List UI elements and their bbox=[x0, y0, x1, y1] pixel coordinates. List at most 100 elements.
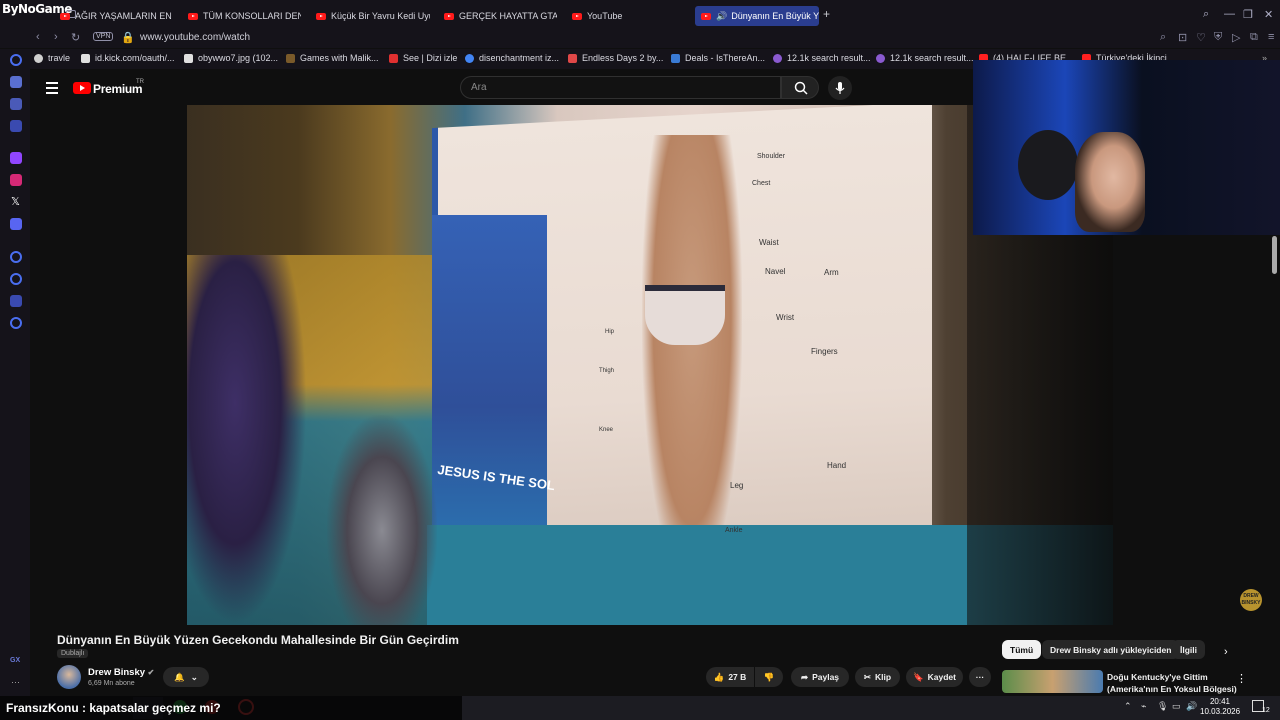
history-icon[interactable] bbox=[10, 273, 22, 285]
poster-label: Hip bbox=[605, 329, 615, 335]
video-scene-person bbox=[187, 255, 307, 625]
tab-3[interactable]: Küçük Bir Yavru Kedi Uyu bbox=[316, 6, 430, 26]
bookmark-item[interactable]: disenchantment iz... bbox=[465, 53, 559, 63]
filter-chip-related[interactable]: İlgili bbox=[1172, 640, 1205, 659]
webcam-figure-cap bbox=[1018, 130, 1078, 200]
discord-icon[interactable] bbox=[10, 218, 22, 230]
bookmark-item[interactable]: Games with Malik... bbox=[286, 53, 379, 63]
like-button[interactable]: 👍 27 B bbox=[706, 667, 754, 687]
microphone-tray-icon[interactable]: 🎙 bbox=[1157, 701, 1168, 712]
new-tab-button[interactable]: + bbox=[823, 8, 835, 20]
search-tabs-icon[interactable]: ⌕ bbox=[1203, 8, 1209, 21]
maximize-icon[interactable]: ❐ bbox=[1243, 8, 1253, 21]
lock-icon[interactable]: 🔒 bbox=[121, 31, 135, 44]
tab-label: YouTube bbox=[587, 11, 623, 21]
back-icon[interactable]: ‹ bbox=[36, 31, 40, 43]
instagram-icon[interactable] bbox=[10, 174, 22, 186]
webcam-streamer-face bbox=[1075, 132, 1145, 232]
messenger-icon[interactable] bbox=[10, 120, 22, 132]
extension-icon[interactable]: ⧉ bbox=[1250, 31, 1258, 44]
bookmark-label: disenchantment iz... bbox=[479, 53, 560, 63]
menu-icon[interactable]: ≡ bbox=[1268, 31, 1274, 43]
bookmark-label: 12.1k search result... bbox=[890, 53, 974, 63]
bookmark-item[interactable]: 12.1k search result... bbox=[876, 53, 974, 63]
settings-icon[interactable] bbox=[10, 317, 22, 329]
share-icon: ➦ bbox=[800, 671, 809, 682]
more-icon[interactable]: ··· bbox=[11, 677, 20, 687]
monitor-tray-icon[interactable]: ▭ bbox=[1172, 701, 1181, 712]
channel-avatar[interactable] bbox=[57, 665, 81, 689]
hamburger-menu-icon[interactable] bbox=[46, 82, 58, 97]
search-icon bbox=[794, 81, 808, 95]
search-button[interactable] bbox=[781, 76, 819, 99]
vpn-badge[interactable]: VPN bbox=[93, 32, 114, 41]
clock-date: 10.03.2026 bbox=[1200, 707, 1241, 716]
bookmark-item[interactable]: See | Dizi izle bbox=[389, 53, 457, 63]
zoom-icon[interactable]: ⌕ bbox=[1160, 31, 1166, 44]
youtube-logo-icon[interactable] bbox=[73, 82, 91, 94]
thumb-down-icon: 👎 bbox=[763, 671, 775, 682]
volume-tray-icon[interactable]: 🔊 bbox=[1186, 701, 1197, 712]
recommended-title-line: (Amerika'nın En Yoksul Bölgesi) bbox=[1107, 684, 1237, 694]
game-icon[interactable] bbox=[10, 98, 22, 110]
more-actions-button[interactable]: ··· bbox=[969, 667, 991, 687]
notification-bell-button[interactable]: 🔔 ⌄ bbox=[163, 667, 209, 687]
scissors-icon: ✂ bbox=[863, 671, 872, 682]
tab-4[interactable]: GERÇEK HAYATTA GTA VI bbox=[444, 6, 557, 26]
tab-2[interactable]: TÜM KONSOLLARI DENED bbox=[188, 6, 301, 26]
tray-chevron-up-icon[interactable]: ⌃ bbox=[1124, 701, 1132, 712]
bookmark-item[interactable]: 12.1k search result... bbox=[773, 53, 871, 63]
bookmark-item[interactable]: id.kick.com/oauth/... bbox=[81, 53, 175, 63]
channel-name[interactable]: Drew Binsky ✔ bbox=[88, 667, 154, 678]
recommended-menu-icon[interactable]: ⋮ bbox=[1236, 672, 1247, 685]
youtube-icon bbox=[316, 12, 326, 20]
bookmark-item[interactable]: Endless Days 2 by... bbox=[568, 53, 663, 63]
search-input[interactable]: Ara bbox=[460, 76, 781, 99]
subscriber-count: 6,69 Mn abone bbox=[88, 680, 135, 687]
page-scrollbar[interactable] bbox=[1272, 236, 1277, 274]
recommended-thumbnail[interactable] bbox=[1002, 670, 1103, 693]
x-icon[interactable]: 𝕏 bbox=[11, 195, 20, 208]
poster-label: Knee bbox=[599, 427, 614, 433]
premium-logo[interactable]: Premium bbox=[93, 82, 143, 96]
snapshot-icon[interactable]: ⊡ bbox=[1178, 31, 1187, 44]
player-sidebar-icon[interactable] bbox=[10, 251, 22, 263]
bookmark-icon[interactable]: ♡ bbox=[1196, 31, 1206, 44]
system-clock[interactable]: 20:41 10.03.2026 bbox=[1200, 697, 1240, 717]
shield-icon[interactable]: ⛨ bbox=[1214, 31, 1222, 44]
filter-chip-all[interactable]: Tümü bbox=[1002, 640, 1042, 659]
dislike-button[interactable]: 👎 bbox=[755, 667, 783, 687]
tab-6-active[interactable]: 🔊 Dünyanın En Büyük Yü bbox=[695, 6, 819, 26]
save-button[interactable]: 🔖 Kaydet bbox=[906, 667, 963, 687]
bookmark-label: Endless Days 2 by... bbox=[582, 53, 664, 63]
bookmark-item[interactable]: Deals - IsThereAn... bbox=[671, 53, 765, 63]
refresh-sidebar-icon[interactable] bbox=[10, 54, 22, 66]
youtube-icon bbox=[188, 12, 198, 20]
chevron-right-icon[interactable]: › bbox=[1224, 646, 1228, 658]
twitch-icon[interactable] bbox=[10, 152, 22, 164]
gx-icon[interactable]: GX bbox=[10, 657, 20, 664]
google-icon bbox=[465, 53, 474, 63]
notification-count: 12 bbox=[1262, 707, 1270, 714]
voice-search-button[interactable] bbox=[828, 76, 852, 100]
bookmark-item[interactable]: obywwo7.jpg (102... bbox=[184, 53, 278, 63]
player-icon[interactable]: ▷ bbox=[1232, 31, 1240, 44]
url-field[interactable]: www.youtube.com/watch bbox=[140, 32, 250, 43]
bookmark-item[interactable]: travle bbox=[34, 53, 70, 63]
reload-icon[interactable]: ↻ bbox=[71, 31, 80, 44]
extensions-icon[interactable] bbox=[10, 295, 22, 307]
close-icon[interactable]: ✕ bbox=[1264, 8, 1273, 21]
recommended-title[interactable]: Doğu Kentucky'ye Gittim (Amerika'nın En Y… bbox=[1107, 671, 1237, 695]
tab-1[interactable]: AĞIR YAŞAMLARIN EN İĞR bbox=[60, 6, 174, 26]
forward-icon[interactable]: › bbox=[54, 31, 58, 43]
bag-icon[interactable] bbox=[10, 76, 22, 88]
minimize-icon[interactable]: — bbox=[1224, 8, 1235, 20]
network-tray-icon[interactable]: ⌁ bbox=[1141, 701, 1146, 712]
clip-button[interactable]: ✂ Klip bbox=[855, 667, 900, 687]
bookmark-label: Deals - IsThereAn... bbox=[685, 53, 766, 63]
poster-label: Thigh bbox=[599, 368, 615, 374]
filter-chip-uploader[interactable]: Drew Binsky adlı yükleyiciden bbox=[1042, 640, 1180, 659]
share-button[interactable]: ➦ Paylaş bbox=[791, 667, 849, 687]
tab-5[interactable]: YouTube bbox=[572, 6, 682, 26]
youtube-icon bbox=[701, 12, 711, 20]
